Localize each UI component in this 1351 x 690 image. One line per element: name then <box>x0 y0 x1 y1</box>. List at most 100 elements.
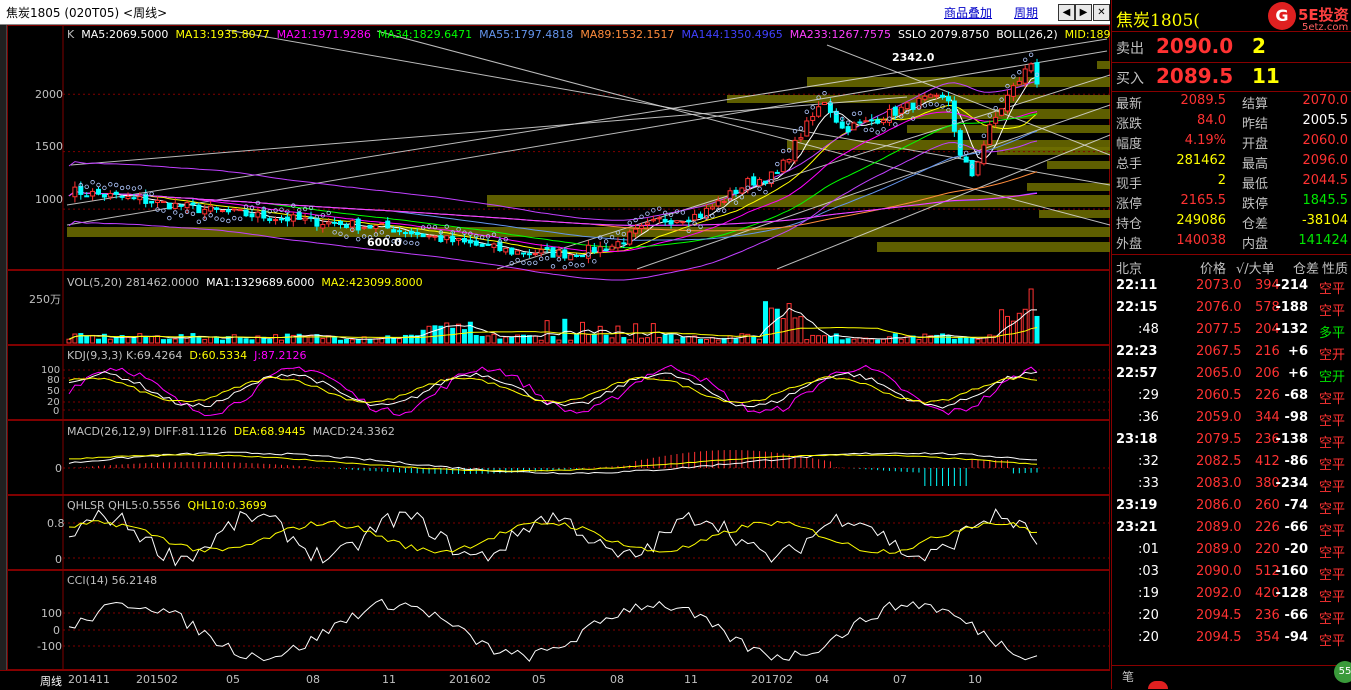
candle <box>349 220 355 228</box>
candle <box>816 106 822 117</box>
tick-price: 2089.0 <box>1196 542 1242 557</box>
tick-row[interactable]: 23:18 2079.5 236 -138 空平 <box>1112 429 1351 451</box>
qhlsr-panel <box>63 508 1110 567</box>
candle <box>255 211 261 218</box>
tick-row[interactable]: :32 2082.5 412 -86 空平 <box>1112 451 1351 473</box>
tick-row[interactable]: :36 2059.0 344 -98 空平 <box>1112 407 1351 429</box>
vol-bar <box>922 333 928 344</box>
tick-row[interactable]: :03 2090.0 512 -160 空平 <box>1112 561 1351 583</box>
vol-bar <box>314 334 320 344</box>
period-label[interactable]: 周线 <box>40 673 62 689</box>
floating-badge-icon[interactable]: 55 <box>1334 661 1351 683</box>
candle <box>456 238 462 241</box>
vol-bar <box>166 338 172 344</box>
vol-bar <box>698 338 704 344</box>
candle <box>615 241 621 249</box>
candle <box>603 248 609 252</box>
tick-time: :01 <box>1138 542 1159 557</box>
stat-value: 2005.5 <box>1302 113 1349 128</box>
candle <box>243 209 249 217</box>
tick-row[interactable]: 22:15 2076.0 578 -188 空平 <box>1112 297 1351 319</box>
vol-bar <box>338 339 344 344</box>
candle <box>869 119 875 122</box>
vol-bar <box>190 333 196 344</box>
left-scroll-strip[interactable] <box>0 25 7 670</box>
tick-row[interactable]: 22:23 2067.5 216 +6 空开 <box>1112 341 1351 363</box>
candle <box>739 187 745 194</box>
buy-price[interactable]: 2089.5 <box>1156 64 1233 88</box>
candle <box>981 144 987 165</box>
tick-oi-change: +6 <box>1288 366 1308 381</box>
legend-item: MA144:1350.4965 <box>682 28 783 41</box>
period-button[interactable]: 周期 <box>1014 4 1038 21</box>
tick-row[interactable]: :01 2089.0 220 -20 空平 <box>1112 539 1351 561</box>
candle <box>355 218 361 231</box>
candle <box>993 116 999 124</box>
tick-volume: 226 <box>1255 520 1280 535</box>
vol-bar <box>969 337 975 344</box>
candle <box>473 240 479 246</box>
vol-bar <box>839 339 845 344</box>
sell-label: 卖出 <box>1116 41 1144 57</box>
tab-trades[interactable]: 笔 <box>1122 668 1134 685</box>
vol-bar <box>184 337 190 344</box>
stat-value: 2 <box>1217 173 1226 188</box>
vol-bar <box>627 339 633 344</box>
vol-bar <box>208 336 214 344</box>
candle <box>1010 85 1016 97</box>
goods-overlay-button[interactable]: 商品叠加 <box>944 4 992 21</box>
tick-row[interactable]: :29 2060.5 226 -68 空平 <box>1112 385 1351 407</box>
candle <box>290 214 296 222</box>
vol-bar <box>113 337 119 344</box>
vol-bar <box>686 335 692 344</box>
vol-bar <box>538 339 544 344</box>
tick-oi-change: -188 <box>1275 300 1308 315</box>
candle <box>674 220 680 223</box>
tick-oi-change: -138 <box>1275 432 1308 447</box>
candle <box>479 243 485 247</box>
nav-prev-icon[interactable]: ◀ <box>1058 4 1075 21</box>
tick-row[interactable]: :48 2077.5 204 -132 多平 <box>1112 319 1351 341</box>
candle <box>904 102 910 110</box>
nav-next-icon[interactable]: ▶ <box>1075 4 1092 21</box>
stat-value: 2044.5 <box>1302 173 1349 188</box>
tick-nature: 空平 <box>1319 304 1346 319</box>
xtick: 07 <box>893 673 907 686</box>
vol-bar <box>172 338 178 344</box>
legend-item: MA34:1829.6471 <box>378 28 472 41</box>
tick-row[interactable]: 22:11 2073.0 394 -214 空平 <box>1112 275 1351 297</box>
vol-bar <box>397 338 403 344</box>
vol-bar <box>568 339 574 344</box>
vol-bar <box>497 338 503 344</box>
tick-list[interactable]: 22:11 2073.0 394 -214 空平 22:15 2076.0 578… <box>1112 275 1351 655</box>
close-icon[interactable]: ✕ <box>1093 4 1110 21</box>
tick-nature: 空平 <box>1319 524 1346 539</box>
vol-bar <box>556 339 562 344</box>
cci-ytick-100: 100 <box>41 607 62 620</box>
chart-area[interactable]: K MA5:2069.5000 MA13:1935.8077 MA21:1971.92… <box>7 25 1110 670</box>
stat-label: 现手 <box>1116 177 1143 192</box>
sell-price[interactable]: 2090.0 <box>1156 34 1233 58</box>
tick-nature: 空平 <box>1319 414 1346 429</box>
tick-row[interactable]: :19 2092.0 420 -128 空平 <box>1112 583 1351 605</box>
tick-row[interactable]: 23:19 2086.0 260 -74 空平 <box>1112 495 1351 517</box>
tick-row[interactable]: 22:57 2065.0 206 +6 空开 <box>1112 363 1351 385</box>
tick-row[interactable]: :20 2094.5 354 -94 空平 <box>1112 627 1351 649</box>
tick-price: 2073.0 <box>1196 278 1242 293</box>
candle <box>822 101 828 105</box>
vol-bar <box>131 336 137 344</box>
candle <box>314 218 320 227</box>
tick-row[interactable]: :20 2094.5 236 -66 空平 <box>1112 605 1351 627</box>
tick-row[interactable]: 23:21 2089.0 226 -66 空平 <box>1112 517 1351 539</box>
candle <box>461 238 467 243</box>
tick-time: :29 <box>1138 388 1159 403</box>
stat-value: 2096.0 <box>1302 153 1349 168</box>
candle <box>951 100 957 132</box>
vol-bar <box>402 334 408 344</box>
tick-time: :32 <box>1138 454 1159 469</box>
vol-bar <box>284 333 290 344</box>
candle <box>308 216 314 219</box>
vol-bar <box>149 336 155 344</box>
tick-row[interactable]: :33 2083.0 380 -234 空平 <box>1112 473 1351 495</box>
candle <box>237 209 243 212</box>
